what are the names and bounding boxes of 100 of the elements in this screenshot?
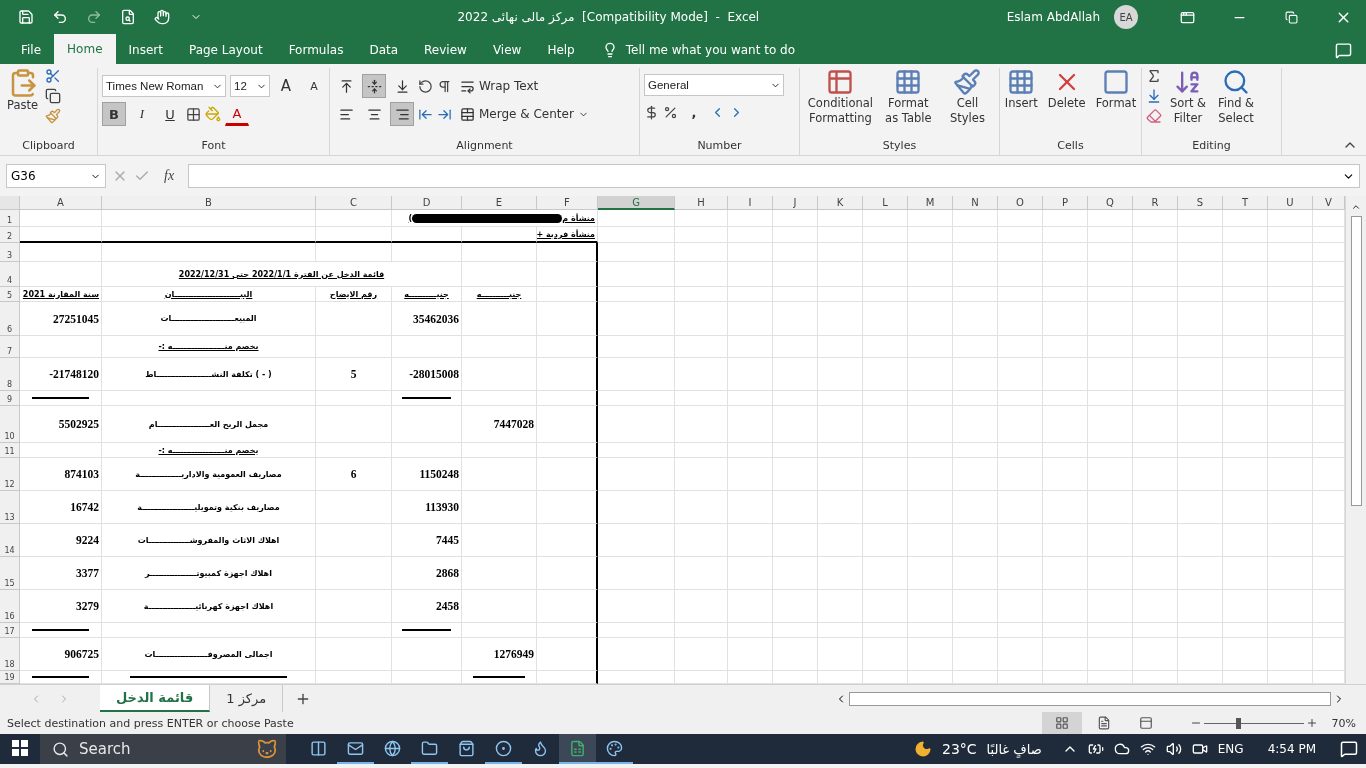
column-header[interactable]: Q [1088, 196, 1133, 210]
select-all-button[interactable] [0, 196, 20, 210]
normal-view-icon[interactable] [1041, 712, 1082, 734]
table-cell[interactable]: 9224 [20, 524, 102, 557]
ribbon-tab[interactable]: Data [356, 36, 412, 64]
table-cell[interactable] [537, 638, 598, 671]
row-header[interactable]: 6 [0, 302, 20, 336]
column-header[interactable]: V [1313, 196, 1345, 210]
scroll-thumb[interactable] [849, 691, 1331, 706]
table-cell[interactable]: 5502925 [20, 406, 102, 443]
sheet-tab[interactable]: قائمة الدخل [100, 685, 211, 712]
number-format-field[interactable]: General [644, 74, 784, 96]
ribbon-tab[interactable]: View [479, 36, 535, 64]
column-header[interactable]: I [728, 196, 773, 210]
column-header[interactable]: L [863, 196, 908, 210]
table-cell[interactable] [537, 358, 598, 391]
table-cell[interactable] [537, 491, 598, 524]
styles-button[interactable]: Format as Table [880, 68, 936, 126]
column-header[interactable]: O [998, 196, 1043, 210]
fill-color-icon[interactable] [205, 106, 221, 122]
row-header[interactable]: 3 [0, 243, 20, 262]
table-cell[interactable] [537, 391, 598, 406]
editing-button[interactable]: Find & Select [1214, 68, 1258, 126]
bold-button[interactable]: B [102, 102, 126, 126]
wifi-icon[interactable] [1139, 741, 1156, 757]
table-cell[interactable]: اهلاك اجهزة كمبيوتـــــــــــــــــر [102, 557, 316, 590]
table-cell[interactable]: 874103 [20, 458, 102, 491]
column-header[interactable]: R [1133, 196, 1178, 210]
table-cell[interactable]: البيــــــــــــــــــــــــان [102, 287, 316, 302]
font-name-field[interactable]: Times New Roman [102, 75, 226, 97]
table-cell[interactable]: 1150248 [392, 458, 462, 491]
styles-button[interactable]: Cell Styles [939, 68, 995, 126]
battery-icon[interactable] [1087, 741, 1104, 757]
editing-button[interactable]: Sort & Filter [1166, 68, 1210, 126]
column-header[interactable]: M [908, 196, 953, 210]
table-cell[interactable] [537, 623, 598, 638]
table-cell[interactable]: قائمة الدخل عن الفترة 2022/1/1 حتى 2022/12/31 [102, 262, 462, 287]
row-header[interactable]: 9 [0, 391, 20, 406]
ribbon-tab[interactable]: Review [411, 36, 480, 64]
cells-button[interactable]: Delete [1044, 68, 1089, 111]
table-cell[interactable]: مجمل الربح العـــــــــــــــــــام [102, 406, 316, 443]
fill-down-icon[interactable] [1146, 88, 1162, 104]
row-header[interactable]: 15 [0, 557, 20, 590]
font-color-button[interactable]: A [225, 102, 249, 126]
orientation-icon[interactable] [418, 78, 433, 94]
table-cell[interactable] [537, 302, 598, 336]
ribbon-tab[interactable]: Page Layout [175, 36, 276, 64]
cut-icon[interactable] [45, 68, 62, 84]
table-cell[interactable]: اهلاك اجهزة كهربائيـــــــــــــــــة [102, 590, 316, 623]
table-cell[interactable]: -21748120 [20, 358, 102, 391]
user-avatar[interactable]: EA [1114, 5, 1138, 29]
column-header[interactable]: P [1043, 196, 1088, 210]
row-header[interactable]: 11 [0, 443, 20, 458]
shrink-font-button[interactable]: A [302, 74, 326, 98]
table-cell[interactable]: 5 [316, 358, 392, 391]
table-cell[interactable] [537, 524, 598, 557]
row-header[interactable]: 4 [0, 262, 20, 287]
table-cell[interactable]: مصاريف بنكية وتمويليـــــــــــــــــــة [102, 491, 316, 524]
table-cell[interactable]: جنيــــــــــه [392, 287, 462, 302]
row-header[interactable]: 18 [0, 638, 20, 671]
table-cell[interactable]: 113930 [392, 491, 462, 524]
search-field[interactable]: Search [40, 734, 286, 764]
table-cell[interactable]: 7447028 [462, 406, 537, 443]
table-cell[interactable]: 3377 [20, 557, 102, 590]
row-header[interactable]: 14 [0, 524, 20, 557]
table-cell[interactable]: 7445 [392, 524, 462, 557]
merge-center-button[interactable]: Merge & Center [456, 102, 593, 126]
table-cell[interactable]: 6 [316, 458, 392, 491]
column-header[interactable]: S [1178, 196, 1223, 210]
table-cell[interactable] [537, 287, 598, 302]
table-cell[interactable]: رقم الايضاح [316, 287, 392, 302]
table-cell[interactable]: 2458 [392, 590, 462, 623]
table-cell[interactable]: ) منشأة م [392, 210, 598, 227]
currency-icon[interactable] [644, 104, 659, 120]
sum-icon[interactable] [1146, 68, 1162, 84]
column-header[interactable]: J [773, 196, 818, 210]
table-cell[interactable] [537, 443, 598, 458]
weather-icon[interactable] [913, 740, 932, 758]
start-icon[interactable] [12, 740, 28, 756]
column-header[interactable]: C [316, 196, 392, 210]
table-cell[interactable]: مصاريف العمومية والاداريـــــــــــــــة [102, 458, 316, 491]
table-cell[interactable]: 2868 [392, 557, 462, 590]
column-header[interactable]: T [1223, 196, 1268, 210]
row-header[interactable]: 10 [0, 406, 20, 443]
table-cell[interactable]: 1276949 [462, 638, 537, 671]
comma-style-button[interactable]: , [682, 100, 706, 124]
table-cell[interactable]: -28015008 [392, 358, 462, 391]
column-header[interactable]: E [462, 196, 537, 210]
tell-me-field[interactable]: Tell me what you want to do [625, 43, 796, 57]
table-cell[interactable] [537, 458, 598, 491]
font-size-field[interactable]: 12 [230, 75, 270, 97]
temperature[interactable]: 23°C [941, 741, 977, 757]
ribbon-tab[interactable]: Help [534, 36, 588, 64]
table-cell[interactable] [537, 336, 598, 358]
align-right-icon[interactable] [390, 102, 414, 126]
cloud-icon[interactable] [1113, 741, 1130, 757]
row-header[interactable]: 12 [0, 458, 20, 491]
row-header[interactable]: 16 [0, 590, 20, 623]
volume-icon[interactable] [1165, 741, 1182, 757]
row-header[interactable]: 8 [0, 358, 20, 391]
